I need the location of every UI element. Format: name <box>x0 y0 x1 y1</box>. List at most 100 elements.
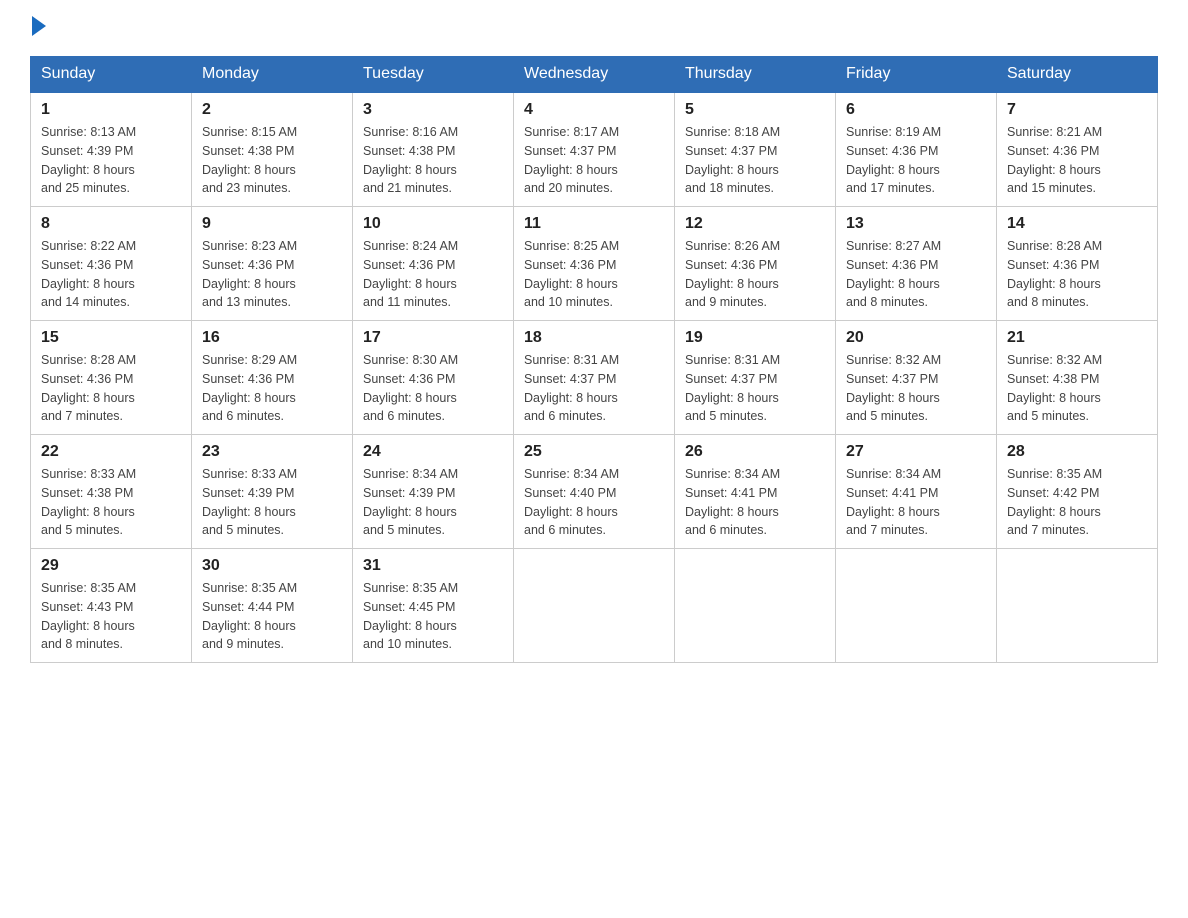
calendar-cell: 29 Sunrise: 8:35 AMSunset: 4:43 PMDaylig… <box>31 549 192 663</box>
day-info: Sunrise: 8:35 AMSunset: 4:45 PMDaylight:… <box>363 581 458 651</box>
day-info: Sunrise: 8:34 AMSunset: 4:41 PMDaylight:… <box>846 467 941 537</box>
day-info: Sunrise: 8:35 AMSunset: 4:43 PMDaylight:… <box>41 581 136 651</box>
day-number: 26 <box>685 443 825 461</box>
day-number: 10 <box>363 215 503 233</box>
calendar-cell: 26 Sunrise: 8:34 AMSunset: 4:41 PMDaylig… <box>675 435 836 549</box>
calendar-cell: 24 Sunrise: 8:34 AMSunset: 4:39 PMDaylig… <box>353 435 514 549</box>
calendar-cell: 3 Sunrise: 8:16 AMSunset: 4:38 PMDayligh… <box>353 92 514 207</box>
calendar-cell: 23 Sunrise: 8:33 AMSunset: 4:39 PMDaylig… <box>192 435 353 549</box>
day-info: Sunrise: 8:32 AMSunset: 4:38 PMDaylight:… <box>1007 353 1102 423</box>
calendar-week-2: 8 Sunrise: 8:22 AMSunset: 4:36 PMDayligh… <box>31 207 1158 321</box>
day-number: 5 <box>685 101 825 119</box>
calendar-cell: 14 Sunrise: 8:28 AMSunset: 4:36 PMDaylig… <box>997 207 1158 321</box>
calendar-header-tuesday: Tuesday <box>353 57 514 93</box>
calendar-cell <box>997 549 1158 663</box>
day-info: Sunrise: 8:21 AMSunset: 4:36 PMDaylight:… <box>1007 125 1102 195</box>
day-info: Sunrise: 8:29 AMSunset: 4:36 PMDaylight:… <box>202 353 297 423</box>
calendar-header-wednesday: Wednesday <box>514 57 675 93</box>
day-number: 21 <box>1007 329 1147 347</box>
day-number: 31 <box>363 557 503 575</box>
calendar-cell: 5 Sunrise: 8:18 AMSunset: 4:37 PMDayligh… <box>675 92 836 207</box>
calendar-cell: 2 Sunrise: 8:15 AMSunset: 4:38 PMDayligh… <box>192 92 353 207</box>
day-info: Sunrise: 8:26 AMSunset: 4:36 PMDaylight:… <box>685 239 780 309</box>
day-number: 6 <box>846 101 986 119</box>
calendar-cell <box>675 549 836 663</box>
calendar-table: SundayMondayTuesdayWednesdayThursdayFrid… <box>30 56 1158 663</box>
day-number: 8 <box>41 215 181 233</box>
calendar-cell: 22 Sunrise: 8:33 AMSunset: 4:38 PMDaylig… <box>31 435 192 549</box>
day-info: Sunrise: 8:17 AMSunset: 4:37 PMDaylight:… <box>524 125 619 195</box>
calendar-cell: 6 Sunrise: 8:19 AMSunset: 4:36 PMDayligh… <box>836 92 997 207</box>
day-info: Sunrise: 8:34 AMSunset: 4:39 PMDaylight:… <box>363 467 458 537</box>
day-info: Sunrise: 8:15 AMSunset: 4:38 PMDaylight:… <box>202 125 297 195</box>
calendar-cell: 12 Sunrise: 8:26 AMSunset: 4:36 PMDaylig… <box>675 207 836 321</box>
day-number: 13 <box>846 215 986 233</box>
calendar-cell: 28 Sunrise: 8:35 AMSunset: 4:42 PMDaylig… <box>997 435 1158 549</box>
calendar-week-4: 22 Sunrise: 8:33 AMSunset: 4:38 PMDaylig… <box>31 435 1158 549</box>
day-info: Sunrise: 8:28 AMSunset: 4:36 PMDaylight:… <box>41 353 136 423</box>
day-info: Sunrise: 8:35 AMSunset: 4:44 PMDaylight:… <box>202 581 297 651</box>
day-number: 22 <box>41 443 181 461</box>
calendar-header-thursday: Thursday <box>675 57 836 93</box>
page-header <box>30 20 1158 36</box>
calendar-cell: 15 Sunrise: 8:28 AMSunset: 4:36 PMDaylig… <box>31 321 192 435</box>
calendar-header-saturday: Saturday <box>997 57 1158 93</box>
day-number: 1 <box>41 101 181 119</box>
calendar-cell: 18 Sunrise: 8:31 AMSunset: 4:37 PMDaylig… <box>514 321 675 435</box>
day-number: 29 <box>41 557 181 575</box>
calendar-cell: 9 Sunrise: 8:23 AMSunset: 4:36 PMDayligh… <box>192 207 353 321</box>
calendar-week-1: 1 Sunrise: 8:13 AMSunset: 4:39 PMDayligh… <box>31 92 1158 207</box>
calendar-week-5: 29 Sunrise: 8:35 AMSunset: 4:43 PMDaylig… <box>31 549 1158 663</box>
calendar-cell: 27 Sunrise: 8:34 AMSunset: 4:41 PMDaylig… <box>836 435 997 549</box>
day-number: 4 <box>524 101 664 119</box>
calendar-cell: 1 Sunrise: 8:13 AMSunset: 4:39 PMDayligh… <box>31 92 192 207</box>
day-number: 9 <box>202 215 342 233</box>
day-number: 11 <box>524 215 664 233</box>
day-number: 23 <box>202 443 342 461</box>
day-info: Sunrise: 8:34 AMSunset: 4:41 PMDaylight:… <box>685 467 780 537</box>
calendar-cell: 4 Sunrise: 8:17 AMSunset: 4:37 PMDayligh… <box>514 92 675 207</box>
calendar-cell: 30 Sunrise: 8:35 AMSunset: 4:44 PMDaylig… <box>192 549 353 663</box>
day-number: 27 <box>846 443 986 461</box>
calendar-header-monday: Monday <box>192 57 353 93</box>
calendar-cell: 21 Sunrise: 8:32 AMSunset: 4:38 PMDaylig… <box>997 321 1158 435</box>
day-number: 15 <box>41 329 181 347</box>
calendar-header-sunday: Sunday <box>31 57 192 93</box>
day-info: Sunrise: 8:31 AMSunset: 4:37 PMDaylight:… <box>524 353 619 423</box>
calendar-cell: 25 Sunrise: 8:34 AMSunset: 4:40 PMDaylig… <box>514 435 675 549</box>
day-info: Sunrise: 8:30 AMSunset: 4:36 PMDaylight:… <box>363 353 458 423</box>
calendar-cell: 10 Sunrise: 8:24 AMSunset: 4:36 PMDaylig… <box>353 207 514 321</box>
day-number: 19 <box>685 329 825 347</box>
day-number: 25 <box>524 443 664 461</box>
day-info: Sunrise: 8:13 AMSunset: 4:39 PMDaylight:… <box>41 125 136 195</box>
day-number: 28 <box>1007 443 1147 461</box>
day-number: 30 <box>202 557 342 575</box>
day-info: Sunrise: 8:33 AMSunset: 4:38 PMDaylight:… <box>41 467 136 537</box>
day-number: 12 <box>685 215 825 233</box>
day-number: 3 <box>363 101 503 119</box>
day-info: Sunrise: 8:23 AMSunset: 4:36 PMDaylight:… <box>202 239 297 309</box>
day-info: Sunrise: 8:27 AMSunset: 4:36 PMDaylight:… <box>846 239 941 309</box>
day-info: Sunrise: 8:24 AMSunset: 4:36 PMDaylight:… <box>363 239 458 309</box>
calendar-cell: 16 Sunrise: 8:29 AMSunset: 4:36 PMDaylig… <box>192 321 353 435</box>
calendar-cell: 31 Sunrise: 8:35 AMSunset: 4:45 PMDaylig… <box>353 549 514 663</box>
calendar-header-friday: Friday <box>836 57 997 93</box>
day-number: 18 <box>524 329 664 347</box>
calendar-cell: 8 Sunrise: 8:22 AMSunset: 4:36 PMDayligh… <box>31 207 192 321</box>
calendar-cell <box>514 549 675 663</box>
calendar-cell <box>836 549 997 663</box>
day-info: Sunrise: 8:34 AMSunset: 4:40 PMDaylight:… <box>524 467 619 537</box>
day-number: 20 <box>846 329 986 347</box>
day-info: Sunrise: 8:33 AMSunset: 4:39 PMDaylight:… <box>202 467 297 537</box>
day-info: Sunrise: 8:19 AMSunset: 4:36 PMDaylight:… <box>846 125 941 195</box>
day-info: Sunrise: 8:32 AMSunset: 4:37 PMDaylight:… <box>846 353 941 423</box>
logo <box>30 20 46 36</box>
day-info: Sunrise: 8:16 AMSunset: 4:38 PMDaylight:… <box>363 125 458 195</box>
day-info: Sunrise: 8:25 AMSunset: 4:36 PMDaylight:… <box>524 239 619 309</box>
calendar-cell: 17 Sunrise: 8:30 AMSunset: 4:36 PMDaylig… <box>353 321 514 435</box>
calendar-cell: 7 Sunrise: 8:21 AMSunset: 4:36 PMDayligh… <box>997 92 1158 207</box>
calendar-cell: 13 Sunrise: 8:27 AMSunset: 4:36 PMDaylig… <box>836 207 997 321</box>
logo-arrow-icon <box>32 16 46 36</box>
day-info: Sunrise: 8:22 AMSunset: 4:36 PMDaylight:… <box>41 239 136 309</box>
day-number: 2 <box>202 101 342 119</box>
